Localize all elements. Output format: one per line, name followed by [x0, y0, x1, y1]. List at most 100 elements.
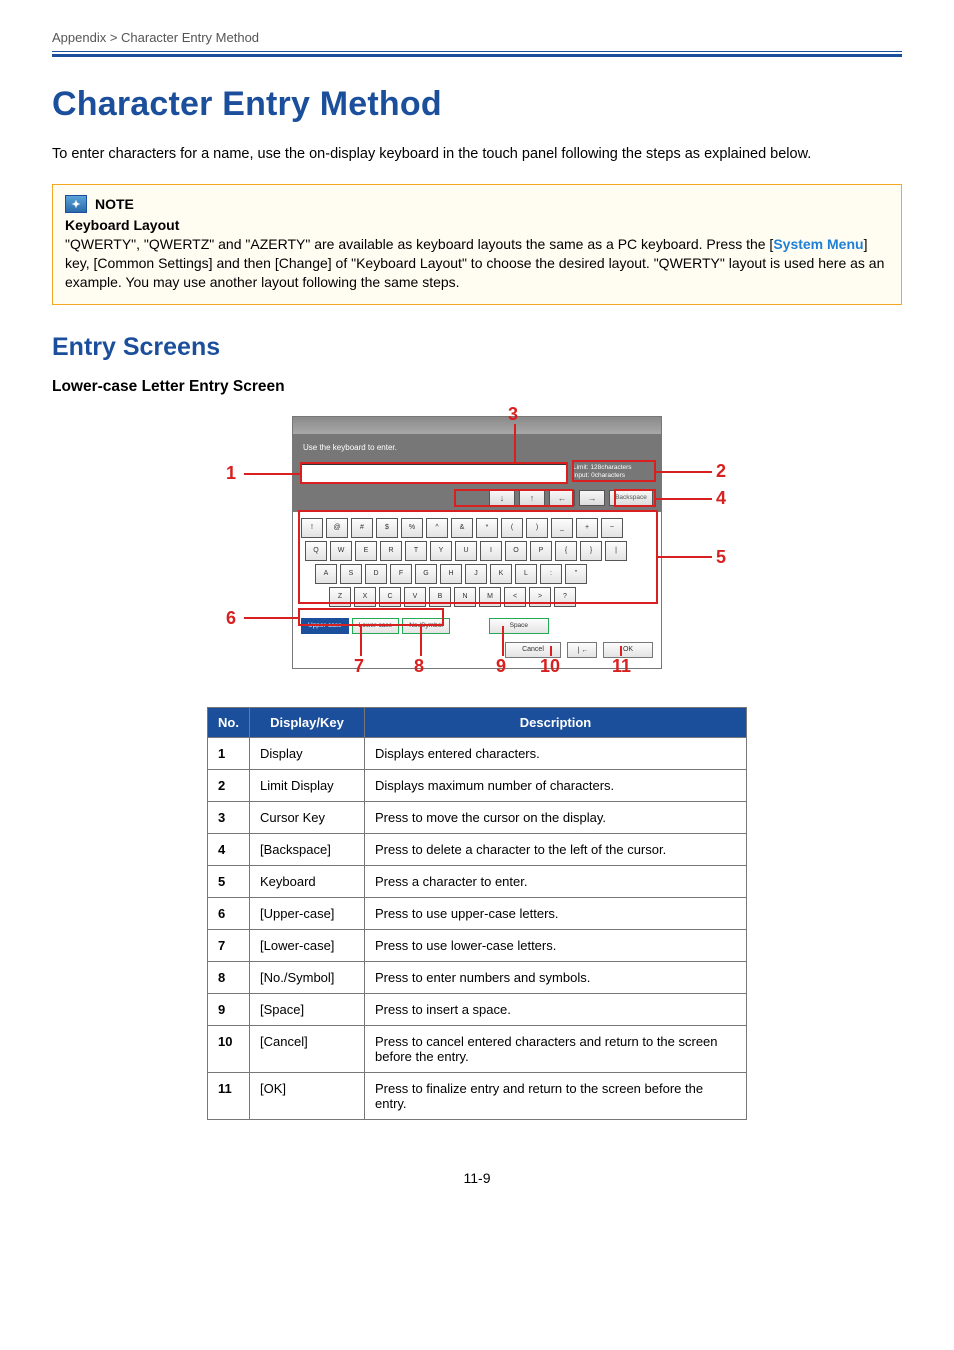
instruction-text: Use the keyboard to enter.: [293, 435, 661, 461]
keyboard-key[interactable]: _: [551, 518, 573, 538]
keyboard-key[interactable]: U: [455, 541, 477, 561]
cell-display-key: [Lower-case]: [250, 929, 365, 961]
keyboard-key[interactable]: &: [451, 518, 473, 538]
keyboard-key[interactable]: ^: [426, 518, 448, 538]
cell-no: 11: [208, 1072, 250, 1119]
keyboard-key[interactable]: P: [530, 541, 552, 561]
callout-11: 11: [612, 656, 631, 677]
keyboard-key[interactable]: Y: [430, 541, 452, 561]
keyboard-key[interactable]: ?: [554, 587, 576, 607]
cell-no: 6: [208, 897, 250, 929]
upper-case-button[interactable]: Upper-case: [301, 618, 349, 634]
cell-display-key: Limit Display: [250, 769, 365, 801]
keyboard-key[interactable]: Z: [329, 587, 351, 607]
keyboard-key[interactable]: D: [365, 564, 387, 584]
keyboard-key[interactable]: |: [605, 541, 627, 561]
backspace-button[interactable]: Backspace: [609, 490, 653, 506]
cell-description: Press to enter numbers and symbols.: [365, 961, 747, 993]
cell-description: Press to move the cursor on the display.: [365, 801, 747, 833]
cell-no: 10: [208, 1025, 250, 1072]
note-text: "QWERTY", "QWERTZ" and "AZERTY" are avai…: [65, 236, 773, 252]
keyboard-key[interactable]: I: [480, 541, 502, 561]
cell-description: Displays maximum number of characters.: [365, 769, 747, 801]
keyboard-key[interactable]: H: [440, 564, 462, 584]
keyboard-key[interactable]: S: [340, 564, 362, 584]
table-header-no: No.: [208, 707, 250, 737]
cell-description: Displays entered characters.: [365, 737, 747, 769]
keyboard-key[interactable]: R: [380, 541, 402, 561]
cell-no: 3: [208, 801, 250, 833]
table-header-description: Description: [365, 707, 747, 737]
callout-8: 8: [414, 656, 424, 677]
keyboard-key[interactable]: T: [405, 541, 427, 561]
keyboard-key[interactable]: *: [476, 518, 498, 538]
table-row: 6[Upper-case]Press to use upper-case let…: [208, 897, 747, 929]
table-row: 7[Lower-case]Press to use lower-case let…: [208, 929, 747, 961]
keyboard-key[interactable]: ): [526, 518, 548, 538]
keyboard-key[interactable]: +: [576, 518, 598, 538]
keyboard-key[interactable]: @: [326, 518, 348, 538]
table-row: 10[Cancel]Press to cancel entered charac…: [208, 1025, 747, 1072]
keyboard-key[interactable]: A: [315, 564, 337, 584]
keyboard-key[interactable]: W: [330, 541, 352, 561]
keyboard-key[interactable]: (: [501, 518, 523, 538]
note-subtitle: Keyboard Layout: [65, 217, 889, 233]
cursor-up-button[interactable]: ↑: [519, 490, 545, 506]
no-symbol-button[interactable]: No./Symbol: [402, 618, 450, 634]
space-button[interactable]: Space: [489, 618, 549, 634]
keyboard-key[interactable]: M: [479, 587, 501, 607]
cursor-left-button[interactable]: ←: [549, 490, 575, 506]
cursor-right-button[interactable]: →: [579, 490, 605, 506]
note-body: "QWERTY", "QWERTZ" and "AZERTY" are avai…: [65, 235, 889, 292]
note-icon: ✦: [65, 195, 87, 213]
keyboard-key[interactable]: :: [540, 564, 562, 584]
keyboard-key[interactable]: F: [390, 564, 412, 584]
cell-no: 5: [208, 865, 250, 897]
keyboard-key[interactable]: J: [465, 564, 487, 584]
cell-no: 2: [208, 769, 250, 801]
keyboard-key[interactable]: V: [404, 587, 426, 607]
keyboard-key[interactable]: %: [401, 518, 423, 538]
display-input[interactable]: [301, 464, 567, 484]
back-button[interactable]: ❘←: [567, 642, 597, 658]
keyboard-key[interactable]: ~: [601, 518, 623, 538]
callout-9: 9: [496, 656, 506, 677]
keyboard-key[interactable]: {: [555, 541, 577, 561]
callout-6: 6: [226, 608, 236, 629]
callout-5: 5: [716, 547, 726, 568]
keyboard-key[interactable]: C: [379, 587, 401, 607]
cell-display-key: [Upper-case]: [250, 897, 365, 929]
table-row: 8[No./Symbol]Press to enter numbers and …: [208, 961, 747, 993]
cell-description: Press to use lower-case letters.: [365, 929, 747, 961]
keyboard-key[interactable]: }: [580, 541, 602, 561]
keyboard-key[interactable]: !: [301, 518, 323, 538]
keyboard-key[interactable]: B: [429, 587, 451, 607]
keyboard-key[interactable]: $: [376, 518, 398, 538]
cell-display-key: Keyboard: [250, 865, 365, 897]
cell-no: 9: [208, 993, 250, 1025]
keyboard-key[interactable]: X: [354, 587, 376, 607]
keyboard-key[interactable]: E: [355, 541, 377, 561]
lower-case-button[interactable]: Lower-case: [352, 618, 400, 634]
keyboard-key[interactable]: L: [515, 564, 537, 584]
cell-display-key: [Backspace]: [250, 833, 365, 865]
callout-10: 10: [540, 656, 560, 677]
table-row: 4[Backspace]Press to delete a character …: [208, 833, 747, 865]
keyboard-key[interactable]: #: [351, 518, 373, 538]
cell-description: Press to delete a character to the left …: [365, 833, 747, 865]
keyboard-key[interactable]: K: [490, 564, 512, 584]
cell-display-key: [OK]: [250, 1072, 365, 1119]
keyboard-key[interactable]: ": [565, 564, 587, 584]
callout-1: 1: [226, 463, 236, 484]
keyboard-key[interactable]: Q: [305, 541, 327, 561]
table-header-display-key: Display/Key: [250, 707, 365, 737]
cursor-down-button[interactable]: ↓: [489, 490, 515, 506]
page-title: Character Entry Method: [52, 85, 902, 124]
keyboard-key[interactable]: N: [454, 587, 476, 607]
table-row: 1DisplayDisplays entered characters.: [208, 737, 747, 769]
keyboard-key[interactable]: G: [415, 564, 437, 584]
keyboard-key[interactable]: <: [504, 587, 526, 607]
breadcrumb: Appendix > Character Entry Method: [52, 30, 902, 51]
keyboard-key[interactable]: >: [529, 587, 551, 607]
keyboard-key[interactable]: O: [505, 541, 527, 561]
